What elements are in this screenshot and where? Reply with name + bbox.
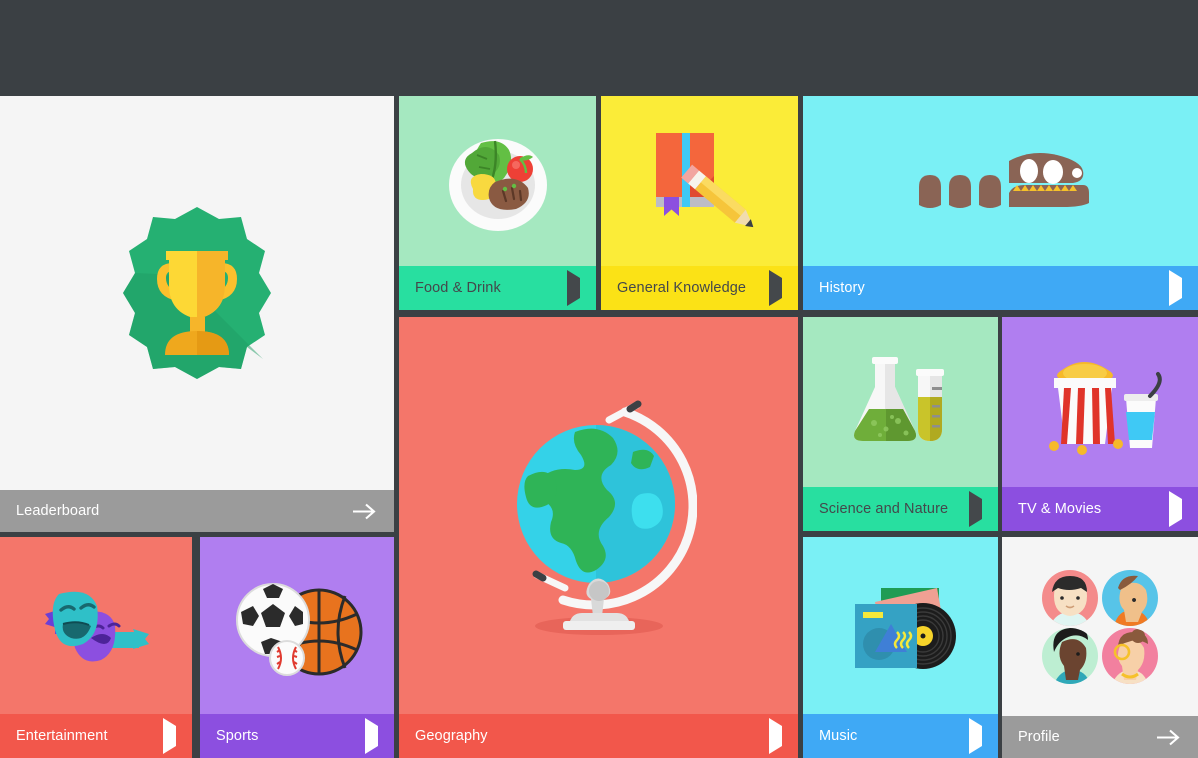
general-knowledge-footer[interactable]: General Knowledge <box>601 266 798 310</box>
tile-science-nature[interactable]: Science and Nature <box>803 317 998 531</box>
food-drink-label: Food & Drink <box>415 280 501 296</box>
category-grid: Leaderboard Food & Drink General Knowled… <box>0 0 1198 758</box>
geography-label: Geography <box>415 728 488 744</box>
play-icon[interactable] <box>769 270 782 306</box>
leaderboard-artwork <box>0 96 394 490</box>
music-artwork <box>803 537 998 714</box>
play-icon[interactable] <box>769 718 782 754</box>
play-icon[interactable] <box>969 491 982 527</box>
tile-general-knowledge[interactable]: General Knowledge <box>601 96 798 310</box>
music-label: Music <box>819 728 858 744</box>
entertainment-artwork <box>0 537 192 714</box>
science-nature-label: Science and Nature <box>819 501 949 517</box>
sports-label: Sports <box>216 728 259 744</box>
tile-geography[interactable]: Geography <box>399 317 798 758</box>
geography-footer[interactable]: Geography <box>399 714 798 758</box>
food-drink-artwork <box>399 96 596 266</box>
science-nature-artwork <box>803 317 998 487</box>
history-artwork <box>803 96 1198 266</box>
history-label: History <box>819 280 865 296</box>
profile-artwork <box>1002 537 1198 716</box>
play-icon[interactable] <box>1169 270 1182 306</box>
music-footer[interactable]: Music <box>803 714 998 758</box>
tv-movies-artwork <box>1002 317 1198 487</box>
tile-profile[interactable]: Profile <box>1002 537 1198 758</box>
arrow-right-icon[interactable] <box>352 503 378 520</box>
tile-leaderboard[interactable]: Leaderboard <box>0 96 394 532</box>
quiz-app-root: Divshot 8 pts Leaderboard Food & Drink G… <box>0 0 1198 758</box>
leaderboard-footer[interactable]: Leaderboard <box>0 490 394 532</box>
food-drink-footer[interactable]: Food & Drink <box>399 266 596 310</box>
general-knowledge-artwork <box>601 96 798 266</box>
tile-history[interactable]: History <box>803 96 1198 310</box>
entertainment-footer[interactable]: Entertainment <box>0 714 192 758</box>
tile-music[interactable]: Music <box>803 537 998 758</box>
play-icon[interactable] <box>163 718 176 754</box>
tile-sports[interactable]: Sports <box>200 537 394 758</box>
play-icon[interactable] <box>567 270 580 306</box>
tile-tv-movies[interactable]: TV & Movies <box>1002 317 1198 531</box>
play-icon[interactable] <box>969 718 982 754</box>
science-nature-footer[interactable]: Science and Nature <box>803 487 998 531</box>
play-icon[interactable] <box>365 718 378 754</box>
tile-entertainment[interactable]: Entertainment <box>0 537 192 758</box>
general-knowledge-label: General Knowledge <box>617 280 747 296</box>
sports-artwork <box>200 537 394 714</box>
tv-movies-footer[interactable]: TV & Movies <box>1002 487 1198 531</box>
geography-artwork <box>399 317 798 714</box>
sports-footer[interactable]: Sports <box>200 714 394 758</box>
history-footer[interactable]: History <box>803 266 1198 310</box>
play-icon[interactable] <box>1169 491 1182 527</box>
tv-movies-label: TV & Movies <box>1018 501 1102 517</box>
profile-label: Profile <box>1018 729 1060 745</box>
entertainment-label: Entertainment <box>16 728 108 744</box>
profile-footer[interactable]: Profile <box>1002 716 1198 758</box>
arrow-right-icon[interactable] <box>1156 729 1182 746</box>
tile-food-drink[interactable]: Food & Drink <box>399 96 596 310</box>
leaderboard-label: Leaderboard <box>16 503 100 519</box>
